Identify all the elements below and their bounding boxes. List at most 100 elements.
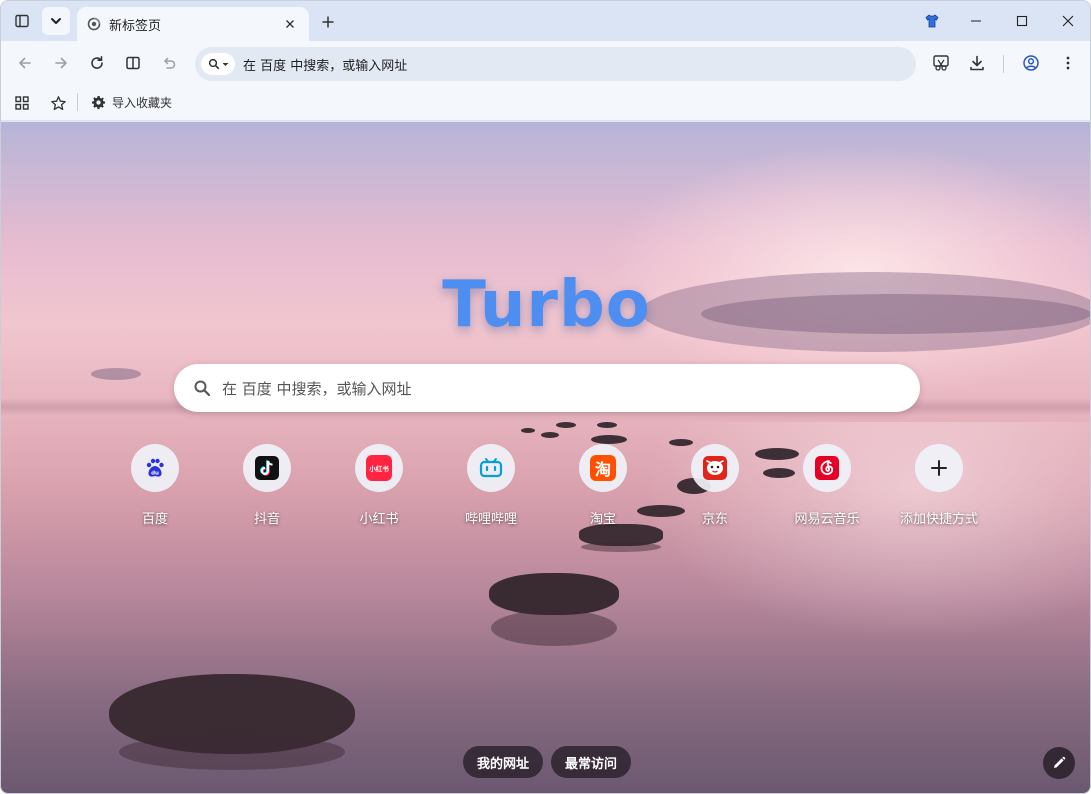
tab-strip: 新标签页 xyxy=(1,1,1090,41)
shortcut-xiaohongshu[interactable]: 小红书 小红书 xyxy=(323,444,435,527)
address-bar[interactable]: 在 百度 中搜索，或输入网址 xyxy=(195,47,916,81)
jd-icon xyxy=(703,456,727,480)
more-vertical-icon xyxy=(1066,56,1070,70)
customize-button[interactable] xyxy=(1043,747,1075,779)
import-bookmarks-button[interactable]: 导入收藏夹 xyxy=(91,91,172,113)
browser-logo-icon xyxy=(87,17,101,31)
caret-down-icon xyxy=(222,62,228,66)
shortcut-taobao[interactable]: 淘 淘宝 xyxy=(547,444,659,527)
shortcut-icon-container: 小红书 xyxy=(355,444,403,492)
shortcut-jd[interactable]: 京东 xyxy=(659,444,771,527)
download-icon xyxy=(970,55,984,71)
bookmark-star-button[interactable] xyxy=(48,93,68,113)
arrow-right-icon xyxy=(55,57,67,69)
turbo-logo: Turbo xyxy=(442,268,651,342)
gear-icon xyxy=(91,95,106,109)
tab-new-tab[interactable]: 新标签页 xyxy=(77,7,309,41)
background-stone xyxy=(591,435,627,444)
split-view-icon xyxy=(126,56,140,70)
baidu-icon: du xyxy=(146,458,164,477)
shortcut-netease-music[interactable]: 网易云音乐 xyxy=(771,444,883,527)
xiaohongshu-icon: 小红书 xyxy=(366,455,392,481)
sidebar-icon xyxy=(15,14,29,28)
menu-button[interactable] xyxy=(1054,49,1082,77)
maximize-button[interactable] xyxy=(999,1,1045,41)
shortcut-baidu[interactable]: du 百度 xyxy=(99,444,211,527)
new-tab-page: Turbo 在 百度 中搜索，或输入网址 du 百度 抖音 小红书 小红书 哔哩… xyxy=(1,122,1090,793)
background-stone xyxy=(541,432,559,438)
shortcut-icon-container xyxy=(243,444,291,492)
tab-list-button[interactable] xyxy=(42,7,70,35)
arrow-left-icon xyxy=(19,57,31,69)
background-stone-reflection xyxy=(119,734,345,770)
import-bookmarks-label: 导入收藏夹 xyxy=(112,95,173,110)
back-button[interactable] xyxy=(11,49,39,77)
shortcut-label: 添加快捷方式 xyxy=(899,512,978,527)
split-view-button[interactable] xyxy=(119,49,147,77)
maximize-icon xyxy=(1016,15,1028,27)
screenshot-button[interactable] xyxy=(927,49,955,77)
search-box[interactable]: 在 百度 中搜索，或输入网址 xyxy=(174,364,920,412)
sidebar-toggle-button[interactable] xyxy=(8,7,36,35)
star-icon xyxy=(50,95,66,110)
search-engine-selector[interactable] xyxy=(201,53,235,75)
background-stone-reflection xyxy=(581,542,661,552)
add-shortcut-button[interactable]: 添加快捷方式 xyxy=(883,444,995,527)
close-window-button[interactable] xyxy=(1045,1,1090,41)
tab-close-button[interactable] xyxy=(281,15,299,33)
close-icon xyxy=(286,20,294,28)
bilibili-icon xyxy=(479,458,503,478)
search-icon xyxy=(192,378,212,398)
minimize-button[interactable] xyxy=(953,1,999,41)
browser-window: 新标签页 在 百度 中搜索，或输入网址 导入收藏夹 Turbo 在 百度 中搜索… xyxy=(0,0,1091,794)
downloads-button[interactable] xyxy=(963,49,991,77)
taobao-icon-glyph: 淘 xyxy=(594,460,611,479)
scissors-icon xyxy=(933,55,949,71)
shortcut-bilibili[interactable]: 哔哩哔哩 xyxy=(435,444,547,527)
shortcut-label: 抖音 xyxy=(253,512,280,527)
most-visited-button[interactable]: 最常访问 xyxy=(551,746,631,778)
shortcut-label: 哔哩哔哩 xyxy=(464,512,517,527)
background-cloud xyxy=(91,368,141,380)
apps-grid-icon xyxy=(15,96,29,110)
profile-button[interactable] xyxy=(1017,49,1045,77)
search-icon xyxy=(208,58,219,70)
theme-button[interactable] xyxy=(909,1,955,41)
tab-title: 新标签页 xyxy=(109,18,162,34)
shortcut-icon-container: du xyxy=(131,444,179,492)
taobao-icon: 淘 xyxy=(590,455,616,481)
shortcut-icon-container xyxy=(803,444,851,492)
undo-icon xyxy=(164,57,176,69)
shortcut-douyin[interactable]: 抖音 xyxy=(211,444,323,527)
undo-button[interactable] xyxy=(155,49,183,77)
shortcut-tiles: du 百度 抖音 小红书 小红书 哔哩哔哩 淘 淘宝 京东 网易云音乐 添加快捷… xyxy=(99,444,999,534)
background-stone xyxy=(597,422,617,428)
douyin-icon xyxy=(255,456,279,480)
background-stone xyxy=(556,422,576,428)
shortcut-icon-container xyxy=(691,444,739,492)
minimize-icon xyxy=(971,20,981,22)
xiaohongshu-icon-glyph: 小红书 xyxy=(369,465,389,473)
my-sites-button[interactable]: 我的网址 xyxy=(463,746,543,778)
plus-icon xyxy=(322,16,334,28)
search-placeholder: 在 百度 中搜索，或输入网址 xyxy=(222,379,412,398)
shortcut-label: 小红书 xyxy=(359,512,399,527)
background-stone-reflection xyxy=(491,610,617,646)
pencil-icon xyxy=(1054,756,1066,768)
shortcut-icon-container xyxy=(915,444,963,492)
apps-button[interactable] xyxy=(12,93,32,113)
toolbar-divider xyxy=(1003,55,1004,73)
reload-button[interactable] xyxy=(83,49,111,77)
forward-button[interactable] xyxy=(47,49,75,77)
svg-text:du: du xyxy=(151,471,159,477)
bookmarks-divider xyxy=(77,93,78,111)
close-icon xyxy=(1062,15,1074,27)
new-tab-button[interactable] xyxy=(315,9,341,35)
shortcut-label: 淘宝 xyxy=(589,512,616,527)
shortcut-label: 京东 xyxy=(701,512,728,527)
account-icon xyxy=(1023,55,1039,71)
chevron-down-icon xyxy=(51,18,61,24)
background-stone xyxy=(521,428,535,433)
address-bar-placeholder: 在 百度 中搜索，或输入网址 xyxy=(243,58,408,74)
reload-icon xyxy=(91,56,103,69)
